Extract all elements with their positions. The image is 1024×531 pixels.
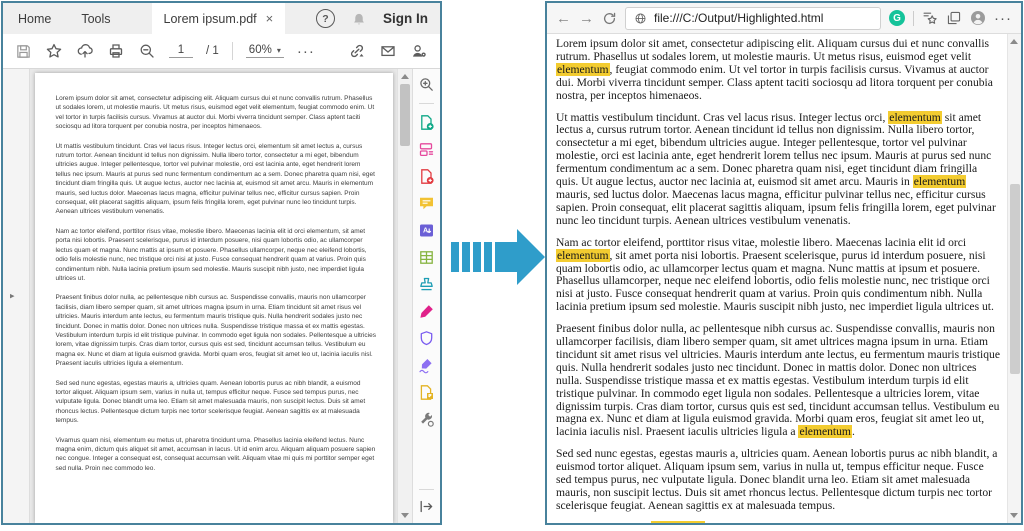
more-tools-menu-icon[interactable]: ··· [297,43,315,60]
chevron-down-icon: ▾ [277,46,281,55]
paragraph: Sed sed nunc egestas, egestas mauris a, … [56,379,377,426]
page-number-input[interactable]: 1 [169,44,193,58]
sign-in-button[interactable]: Sign In [383,11,428,26]
expand-pane-icon[interactable]: ▸ [10,291,15,302]
pdf-page: Lorem ipsum dolor sit amet, consectetur … [35,73,393,523]
html-page-content: Lorem ipsum dolor sit amet, consectetur … [547,34,1007,523]
scroll-thumb[interactable] [400,84,410,146]
share-cloud-icon[interactable] [76,42,94,60]
search-tool-icon[interactable] [418,76,435,93]
paragraph: Ut mattis vestibulum tincidunt. Cras vel… [556,112,1000,228]
browser-scrollbar[interactable] [1007,34,1021,523]
pdf-viewer-window: Home Tools Lorem ipsum.pdf × ? Sign In [1,1,442,525]
stamp-icon[interactable] [418,276,435,293]
paragraph: Praesent finibus dolor nulla, ac pellent… [56,293,377,368]
edit-pdf-icon[interactable] [418,303,435,320]
email-icon[interactable] [379,42,397,60]
page-count-label: / 1 [206,45,219,57]
collapse-panel-icon[interactable] [418,498,435,515]
scroll-down-icon[interactable] [1010,513,1018,518]
navigation-pane-collapsed[interactable]: ▸ [3,69,30,523]
conversion-arrow [448,223,548,291]
tab-tools[interactable]: Tools [66,3,125,34]
scroll-down-icon[interactable] [401,513,409,518]
document-view-area: Lorem ipsum dolor sit amet, consectetur … [30,69,397,523]
export-pdf-icon[interactable] [418,168,435,185]
favorite-star-icon[interactable] [45,42,63,60]
highlighted-term: elementum [798,425,852,438]
spreadsheet-icon[interactable] [418,249,435,266]
site-globe-icon [634,12,647,25]
more-tools-icon[interactable] [418,411,435,428]
compress-pdf-icon[interactable] [418,384,435,401]
document-tab-label: Lorem ipsum.pdf [164,12,257,26]
forward-icon[interactable]: → [579,11,594,26]
zoom-out-icon[interactable] [138,42,156,60]
print-icon[interactable] [107,42,125,60]
address-bar[interactable]: file:///C:/Output/Highlighted.html [625,7,881,30]
paragraph: Nam ac tortor eleifend, porttitor risus … [56,227,377,283]
help-icon[interactable]: ? [316,9,335,28]
svg-text:A: A [423,228,428,235]
convert-file-icon[interactable]: A [418,222,435,239]
paragraph: Vivamus quam nisi, elementum eu metus ut… [56,436,377,474]
scroll-up-icon[interactable] [1010,39,1018,44]
create-pdf-icon[interactable] [418,114,435,131]
pdf-tab-bar: Home Tools Lorem ipsum.pdf × ? Sign In [3,3,440,34]
rail-divider [419,489,434,490]
back-icon[interactable]: ← [556,11,571,26]
favorites-hub-icon[interactable] [922,10,938,26]
scroll-thumb[interactable] [1010,184,1020,374]
highlighted-term: elementum [556,249,610,262]
paragraph: Lorem ipsum dolor sit amet, consectetur … [56,94,377,132]
zoom-level-value: 60% [249,44,272,56]
notifications-bell-icon[interactable] [351,11,367,27]
toolbar-divider [232,42,233,60]
paragraph: Ut mattis vestibulum tincidunt. Cras vel… [56,142,377,217]
rail-divider [419,103,434,104]
paragraph: Nam ac tortor eleifend, porttitor risus … [556,237,1000,314]
screenshot-canvas: Home Tools Lorem ipsum.pdf × ? Sign In [0,0,1024,531]
tab-home[interactable]: Home [3,3,66,34]
profile-avatar-icon[interactable] [970,10,986,26]
paragraph: Sed sed nunc egestas, egestas mauris a, … [556,448,1000,513]
highlighted-term: elementum [888,111,942,124]
browser-window: ← → file:///C:/Output/Highlighted.html G [545,1,1023,525]
organize-pages-icon[interactable] [418,141,435,158]
collections-icon[interactable] [946,10,962,26]
grammarly-icon[interactable]: G [889,10,905,26]
refresh-icon[interactable] [602,11,617,26]
save-icon[interactable] [15,43,32,60]
url-text[interactable]: file:///C:/Output/Highlighted.html [654,11,823,25]
account-icon[interactable] [410,42,428,60]
tools-rail: A [412,69,440,523]
fill-sign-icon[interactable] [418,357,435,374]
toolbar-divider [913,11,914,26]
highlighted-term: elementum [913,175,967,188]
paragraph: Lorem ipsum dolor sit amet, consectetur … [556,38,1000,103]
close-tab-icon[interactable]: × [266,12,274,25]
scroll-up-icon[interactable] [401,74,409,79]
comment-icon[interactable] [418,195,435,212]
link-icon[interactable] [348,42,366,60]
tab-document[interactable]: Lorem ipsum.pdf × [152,3,286,34]
highlighted-term: elementum [651,521,705,523]
paragraph: Praesent finibus dolor nulla, ac pellent… [556,323,1000,439]
browser-menu-icon[interactable]: ··· [994,10,1012,27]
pdf-toolbar: 1 / 1 60% ▾ ··· [3,34,440,69]
pdf-scrollbar[interactable] [397,69,412,523]
zoom-level-select[interactable]: 60% ▾ [246,44,284,58]
browser-toolbar: ← → file:///C:/Output/Highlighted.html G [547,3,1021,34]
protect-icon[interactable] [418,330,435,347]
paragraph: Vivamus quam nisi, elementum eu metus ut… [556,522,1000,523]
highlighted-term: elementum [556,63,610,76]
